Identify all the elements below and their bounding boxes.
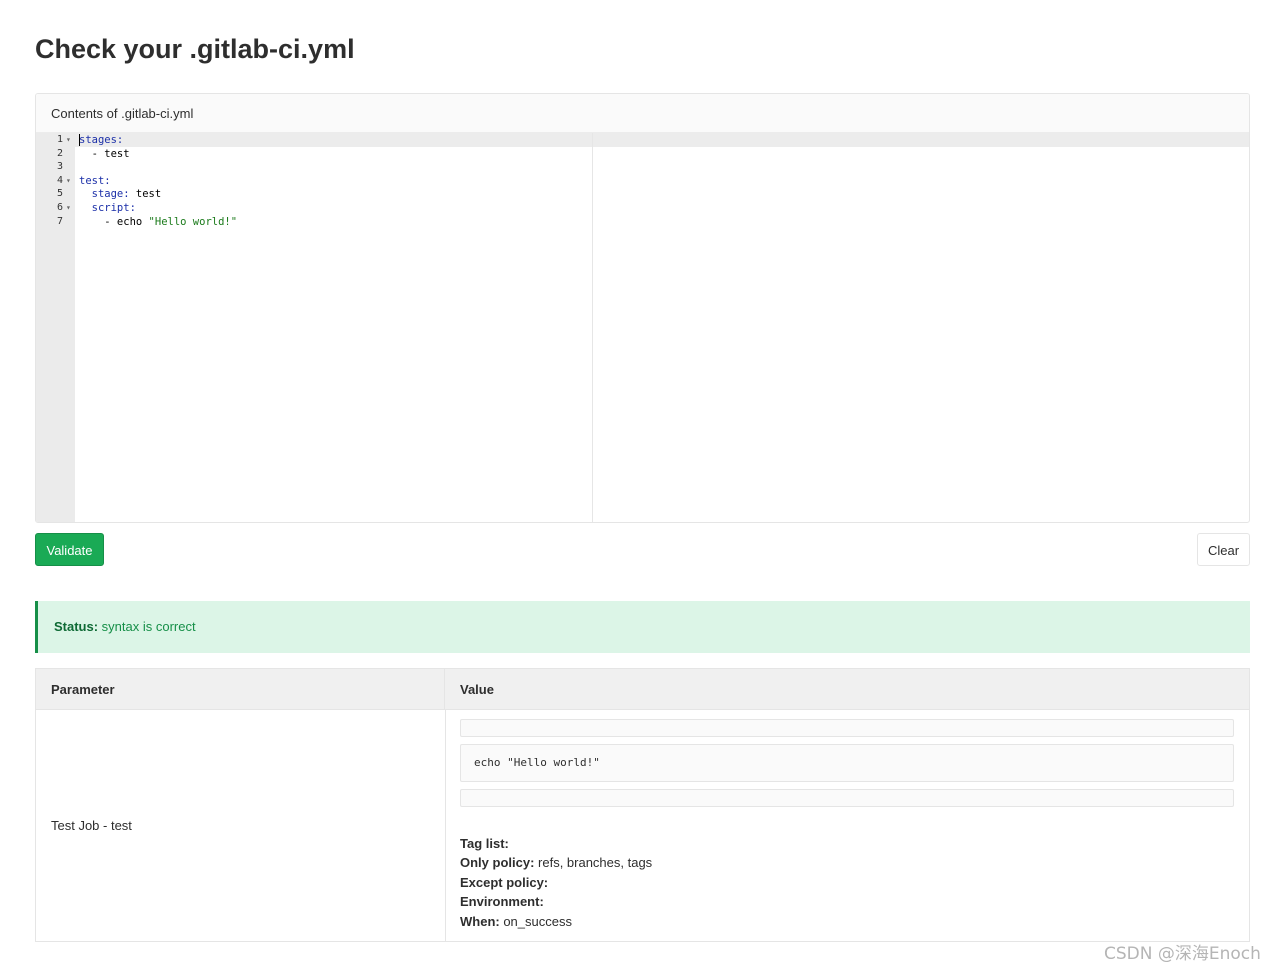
- except-policy-label: Except policy:: [460, 875, 549, 890]
- validate-button[interactable]: Validate: [35, 533, 104, 566]
- code-token: test: [129, 188, 162, 201]
- active-line-highlight: [36, 133, 1249, 147]
- page-title: Check your .gitlab-ci.yml: [35, 34, 355, 64]
- when-row: When: on_success: [460, 914, 572, 929]
- script-box: echo "Hello world!": [460, 744, 1234, 782]
- clear-button[interactable]: Clear: [1197, 533, 1250, 566]
- column-header-value: Value: [445, 669, 1249, 710]
- code-token: - test: [79, 147, 130, 160]
- status-label: Status:: [54, 619, 99, 634]
- tag-list-row: Tag list:: [460, 836, 509, 851]
- job-name-cell: Test Job - test: [51, 818, 132, 833]
- except-policy-row: Except policy:: [460, 875, 548, 890]
- line-number: 5: [56, 188, 63, 200]
- fold-toggle-icon[interactable]: ▾: [66, 174, 71, 188]
- code-text: test:: [79, 174, 111, 188]
- code-text: stages:: [79, 133, 123, 147]
- code-text: - echo "Hello world!": [79, 215, 237, 229]
- column-divider: [445, 710, 446, 941]
- line-number: 1: [56, 134, 63, 145]
- column-header-parameter: Parameter: [36, 669, 445, 710]
- watermark: CSDN @深海Enoch: [1104, 944, 1261, 964]
- fold-toggle-icon[interactable]: ▾: [66, 201, 71, 215]
- code-text: stage: test: [79, 187, 162, 201]
- lint-results-table: Parameter Value Test Job - test echo "He…: [35, 668, 1250, 942]
- when-value: on_success: [499, 914, 572, 929]
- tag-list-label: Tag list:: [460, 836, 509, 851]
- code-token: stage:: [79, 188, 130, 201]
- code-token: stages:: [79, 134, 124, 146]
- editor-header: Contents of .gitlab-ci.yml: [36, 94, 1249, 133]
- code-token: - echo: [79, 215, 149, 228]
- before-script-box: [460, 719, 1234, 737]
- code-text: script:: [79, 201, 136, 215]
- code-token: test:: [79, 174, 111, 187]
- only-policy-row: Only policy: refs, branches, tags: [460, 855, 652, 870]
- when-label: When:: [460, 914, 500, 929]
- environment-label: Environment:: [460, 894, 544, 909]
- code-token: script:: [79, 202, 136, 214]
- status-alert: Status: syntax is correct: [35, 601, 1250, 653]
- line-number: 4: [56, 174, 63, 186]
- print-margin: [592, 133, 593, 522]
- fold-toggle-icon[interactable]: ▾: [66, 133, 71, 147]
- line-number: 6: [56, 202, 63, 213]
- code-editor[interactable]: 1 ▾ stages: 2 - test 3 4 ▾ test: 5 stage: test 6 ▾…: [36, 133, 1249, 522]
- line-number: 3: [56, 161, 63, 173]
- ci-editor-card: Contents of .gitlab-ci.yml 1 ▾ stages: 2 - …: [35, 93, 1250, 523]
- only-policy-value: refs, branches, tags: [534, 855, 653, 870]
- environment-row: Environment:: [460, 894, 544, 909]
- line-number: 7: [56, 215, 63, 227]
- code-text: - test: [79, 147, 130, 161]
- status-text: syntax is correct: [98, 619, 196, 634]
- only-policy-label: Only policy:: [460, 855, 535, 870]
- line-number: 2: [56, 147, 63, 159]
- code-token: "Hello world!": [148, 215, 238, 228]
- after-script-box: [460, 789, 1234, 807]
